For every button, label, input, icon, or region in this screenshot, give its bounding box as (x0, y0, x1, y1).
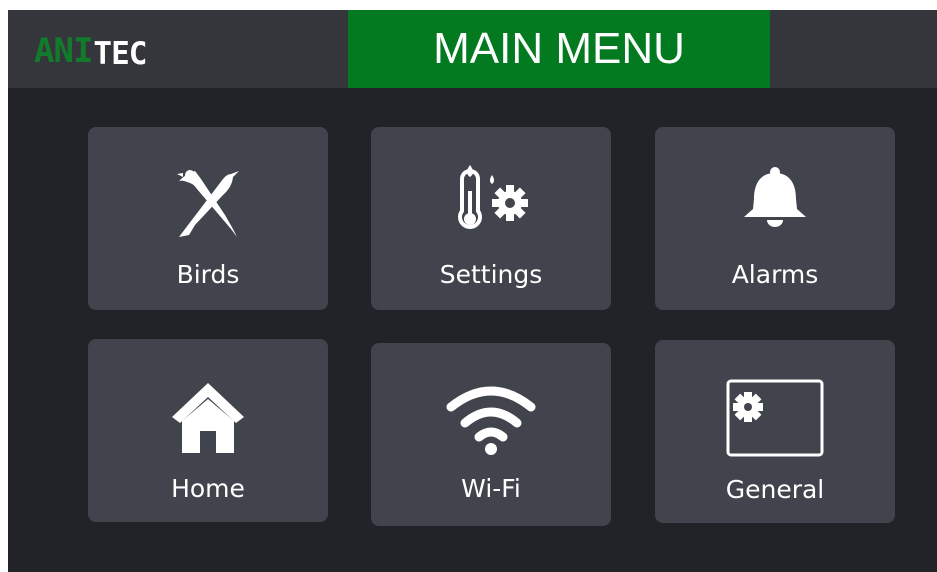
device-screen: ANI TEC MAIN MENU Birds Settings Alarms … (8, 10, 937, 572)
logo-tec-text: TEC (93, 36, 147, 72)
bell-icon (744, 167, 806, 227)
thermometer-gear-icon (458, 165, 528, 229)
settings-label: Settings (439, 260, 543, 289)
wifi-icon (446, 386, 536, 455)
header-bar: ANI TEC MAIN MENU (8, 10, 937, 88)
screen-gear-icon (726, 379, 824, 457)
home-button[interactable]: Home (88, 339, 328, 522)
page-title: MAIN MENU (433, 24, 685, 73)
birds-button[interactable]: Birds (88, 127, 328, 310)
title-banner: MAIN MENU (348, 10, 770, 88)
alarms-button[interactable]: Alarms (655, 127, 895, 310)
birds-icon (177, 170, 239, 237)
home-label: Home (171, 474, 245, 503)
general-button[interactable]: General (655, 340, 895, 523)
settings-button[interactable]: Settings (371, 127, 611, 310)
home-icon (172, 383, 244, 453)
general-label: General (725, 475, 825, 504)
logo-ani-text: ANI (34, 31, 93, 71)
wifi-label: Wi-Fi (461, 474, 521, 503)
alarms-label: Alarms (731, 260, 819, 289)
birds-label: Birds (176, 260, 240, 289)
anitec-logo: ANI TEC (34, 22, 147, 72)
wifi-button[interactable]: Wi-Fi (371, 343, 611, 526)
